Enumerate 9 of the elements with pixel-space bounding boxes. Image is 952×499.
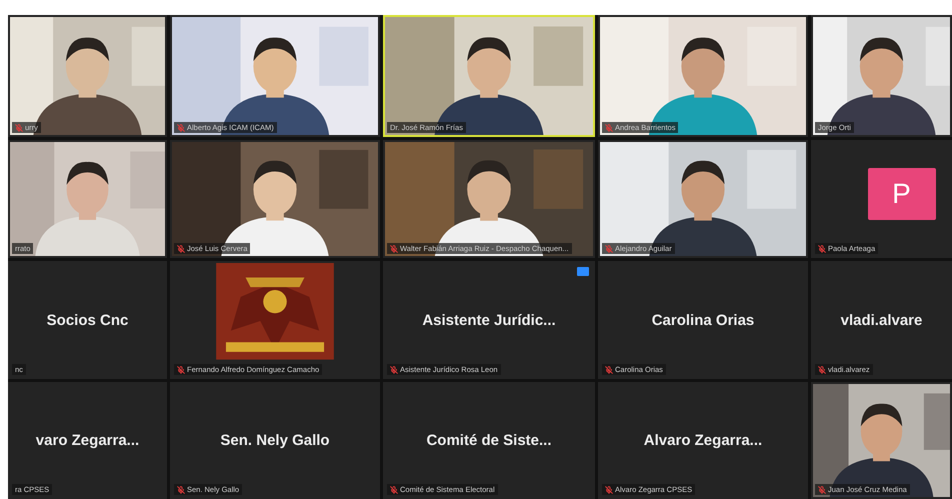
participant-name: Asistente Jurídic... [422, 312, 556, 328]
participant-name: Carolina Orias [652, 312, 754, 328]
participant-name: varo Zegarra... [36, 432, 140, 449]
participant-name: vladi.alvare [840, 312, 922, 328]
avatar-initial: P [868, 168, 936, 220]
participant-name: Sen. Nely Gallo [220, 432, 330, 449]
participant-name: Comité de Siste... [426, 432, 552, 449]
participant-name: Alvaro Zegarra... [644, 432, 762, 449]
participant-name: Socios Cnc [46, 312, 128, 328]
